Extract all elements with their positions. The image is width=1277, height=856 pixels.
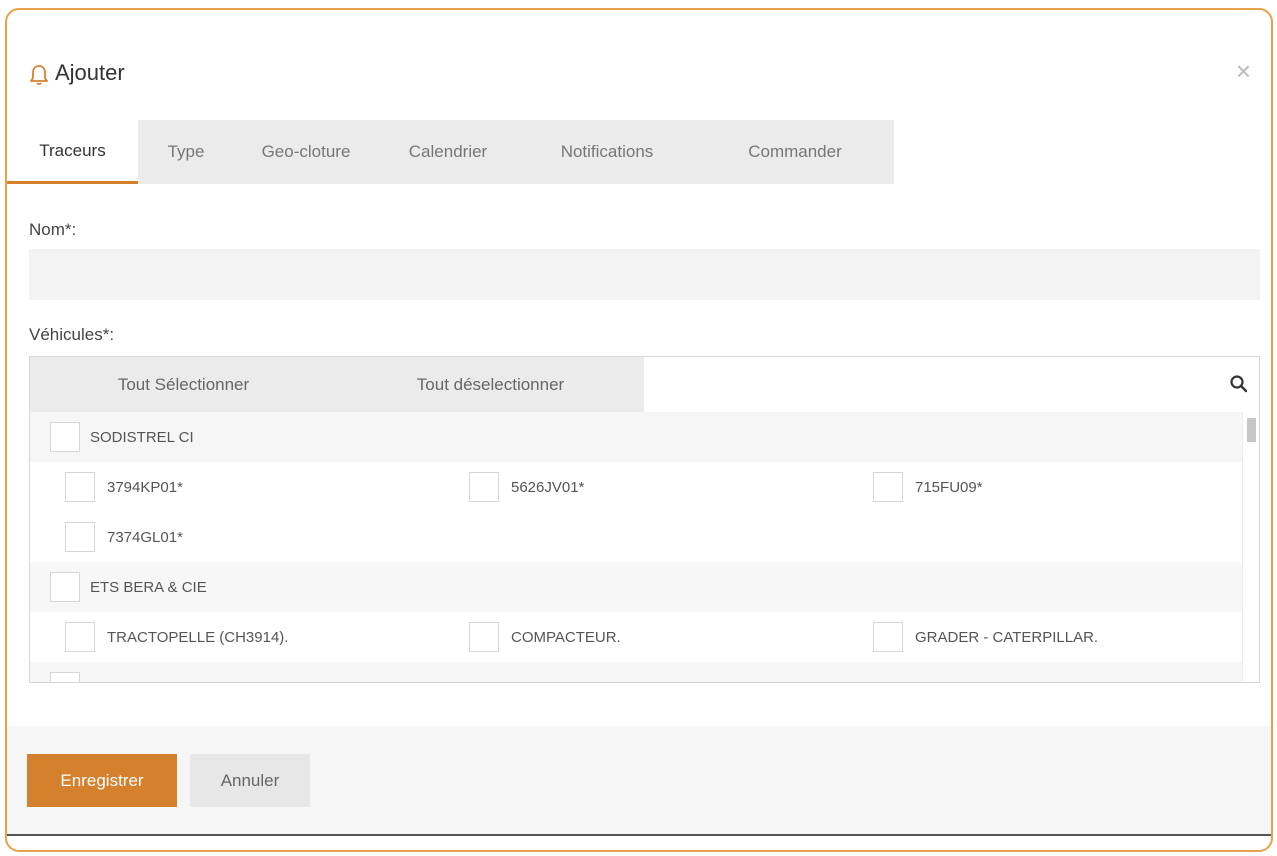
group-row: SODISTREL CI — [30, 412, 1244, 462]
group-checkbox[interactable] — [50, 572, 80, 602]
vehicle-checkbox[interactable] — [65, 622, 95, 652]
vehicle-item: GRADER - CATERPILLAR. — [838, 622, 1242, 652]
group-row-partial — [30, 662, 1244, 682]
select-all-button[interactable]: Tout Sélectionner — [30, 357, 337, 412]
close-icon[interactable]: × — [1236, 58, 1251, 84]
item-row: 7374GL01* — [30, 512, 1244, 562]
nom-label: Nom*: — [29, 220, 77, 239]
item-row: TRACTOPELLE (CH3914). COMPACTEUR. GRADER… — [30, 612, 1244, 662]
vehicle-checkbox[interactable] — [873, 472, 903, 502]
save-button[interactable]: Enregistrer — [27, 754, 177, 807]
tab-calendrier[interactable]: Calendrier — [378, 120, 518, 184]
modal-footer: Enregistrer Annuler — [7, 726, 1271, 836]
vehicle-label: TRACTOPELLE (CH3914). — [107, 628, 289, 646]
vehicle-label: COMPACTEUR. — [511, 628, 621, 646]
vehicle-list-scrollbar[interactable] — [1242, 412, 1259, 682]
tab-traceurs[interactable]: Traceurs — [7, 120, 138, 184]
vehicle-checkbox[interactable] — [65, 522, 95, 552]
vehicle-checkbox[interactable] — [873, 622, 903, 652]
selection-buttons: Tout Sélectionner Tout déselectionner — [30, 357, 644, 412]
group-checkbox[interactable] — [50, 672, 80, 682]
tab-type[interactable]: Type — [138, 120, 234, 184]
modal-title: Ajouter — [55, 60, 125, 85]
vehicle-label: GRADER - CATERPILLAR. — [915, 628, 1099, 646]
group-row: ETS BERA & CIE — [30, 562, 1244, 612]
vehicle-checkbox[interactable] — [469, 472, 499, 502]
group-name: ETS BERA & CIE — [90, 578, 207, 596]
cancel-button[interactable]: Annuler — [190, 754, 310, 807]
group-checkbox[interactable] — [50, 422, 80, 452]
vehicules-label: Véhicules*: — [29, 325, 115, 344]
vehicle-item: 715FU09* — [838, 472, 1242, 502]
search-icon[interactable] — [1229, 374, 1249, 394]
vehicle-label: 3794KP01* — [107, 478, 183, 496]
bell-icon — [30, 65, 48, 86]
item-row: 3794KP01* 5626JV01* 715FU09* — [30, 462, 1244, 512]
tab-bar: Traceurs Type Geo-cloture Calendrier Not… — [7, 120, 894, 184]
vehicle-list: SODISTREL CI 3794KP01* 5626JV01* 715FU09… — [30, 412, 1244, 682]
tab-geo-cloture[interactable]: Geo-cloture — [234, 120, 378, 184]
vehicle-item: 5626JV01* — [434, 472, 838, 502]
vehicle-toolbar: Tout Sélectionner Tout déselectionner — [30, 357, 1259, 412]
vehicle-checkbox[interactable] — [65, 472, 95, 502]
vehicle-item: COMPACTEUR. — [434, 622, 838, 652]
modal-dialog: Ajouter × Traceurs Type Geo-cloture Cale… — [5, 8, 1273, 852]
vehicle-item: TRACTOPELLE (CH3914). — [30, 622, 434, 652]
nom-input[interactable] — [29, 249, 1260, 300]
vehicle-label: 7374GL01* — [107, 528, 183, 546]
tab-commander[interactable]: Commander — [696, 120, 894, 184]
vehicle-selector: Tout Sélectionner Tout déselectionner SO… — [29, 356, 1260, 683]
scrollbar-thumb[interactable] — [1247, 418, 1256, 442]
vehicle-item: 7374GL01* — [30, 522, 434, 552]
tab-notifications[interactable]: Notifications — [518, 120, 696, 184]
vehicle-label: 5626JV01* — [511, 478, 585, 496]
modal-header: Ajouter × — [7, 10, 1271, 120]
vehicle-checkbox[interactable] — [469, 622, 499, 652]
vehicle-item: 3794KP01* — [30, 472, 434, 502]
deselect-all-button[interactable]: Tout déselectionner — [337, 357, 644, 412]
vehicle-label: 715FU09* — [915, 478, 983, 496]
group-name: SODISTREL CI — [90, 428, 194, 446]
